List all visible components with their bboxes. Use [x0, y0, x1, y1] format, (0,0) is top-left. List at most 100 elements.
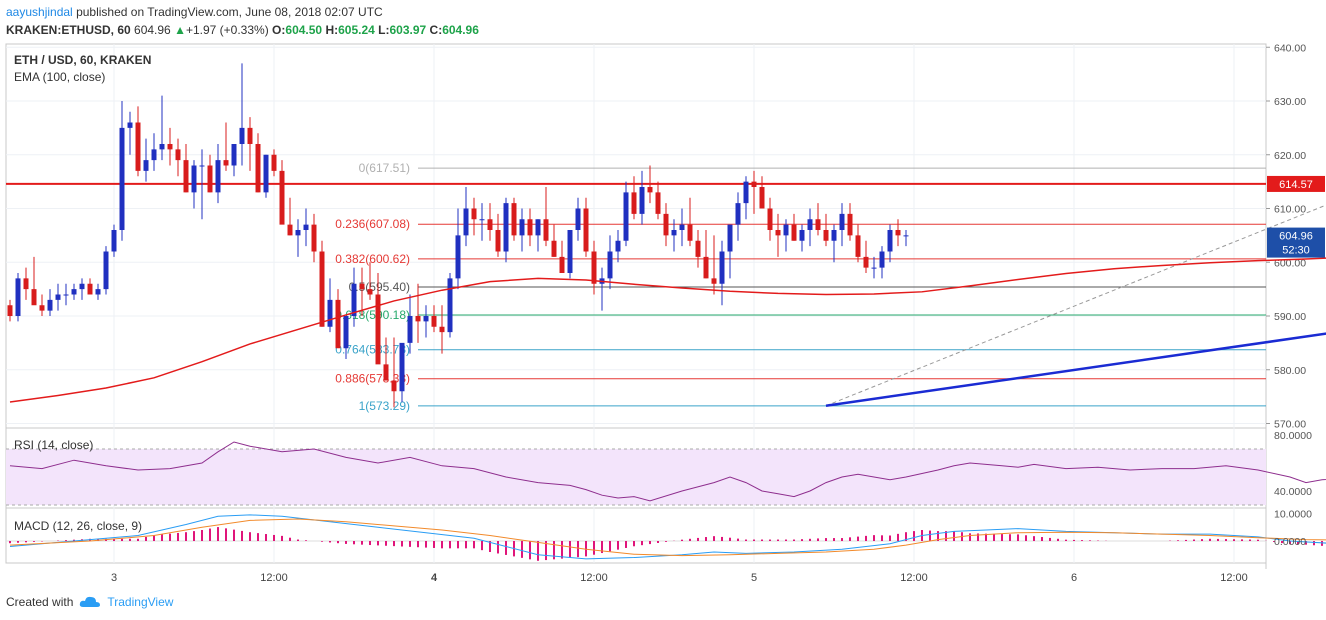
candle-body — [183, 160, 189, 193]
candle-body — [807, 219, 813, 230]
candle-body — [647, 187, 653, 193]
rsi-band — [6, 449, 1266, 505]
candle-body — [687, 224, 693, 241]
price-change: +1.97 (+0.33%) — [185, 23, 269, 37]
x-tick-label: 12:00 — [900, 572, 928, 584]
candle-body — [231, 144, 237, 166]
candle-body — [215, 160, 221, 193]
candle-body — [463, 208, 469, 236]
candle-body — [479, 219, 485, 221]
candle-body — [63, 294, 69, 296]
candle-body — [903, 235, 909, 237]
candle-body — [311, 224, 317, 252]
candle-body — [711, 278, 717, 284]
fib-level-label: 0.5(595.40) — [349, 280, 410, 294]
x-tick-label: 12:00 — [580, 572, 608, 584]
candle-body — [423, 316, 429, 322]
candle-body — [239, 127, 245, 144]
macd-tick-label: 10.0000 — [1274, 509, 1312, 521]
candle-body — [407, 316, 413, 343]
y-tick-label: 570.00 — [1274, 419, 1306, 431]
candle-body — [487, 219, 493, 230]
candle-body — [839, 213, 845, 230]
y-tick-label: 590.00 — [1274, 311, 1306, 323]
rsi-tick-label: 80.0000 — [1274, 430, 1312, 442]
candle-body — [207, 165, 213, 193]
candle-body — [751, 181, 757, 187]
candle-body — [783, 224, 789, 236]
up-arrow-icon: ▲ — [174, 23, 186, 37]
candle-body — [135, 122, 141, 171]
candle-body — [223, 160, 229, 166]
high-value: 605.24 — [338, 23, 375, 37]
candle-body — [327, 299, 333, 327]
candle-body — [167, 144, 173, 150]
candle-body — [719, 251, 725, 284]
candle-body — [287, 224, 293, 236]
candle-body — [615, 240, 621, 252]
candle-body — [567, 230, 573, 273]
close-value: 604.96 — [442, 23, 479, 37]
candle-body — [255, 144, 261, 193]
rsi-tick-label: 40.0000 — [1274, 486, 1312, 498]
candle-body — [639, 187, 645, 214]
chart-canvas[interactable]: 640.00630.00620.00610.00600.00590.00580.… — [0, 40, 1326, 588]
candle-body — [367, 289, 373, 295]
candle-body — [791, 224, 797, 241]
candle-body — [551, 240, 557, 257]
macd-signal-line — [9, 518, 1326, 557]
y-tick-label: 580.00 — [1274, 365, 1306, 377]
low-value: 603.97 — [389, 23, 427, 37]
candle-body — [775, 230, 781, 236]
low-label: L: — [378, 23, 390, 37]
publish-info: aayushjindal published on TradingView.co… — [6, 5, 383, 19]
candle-body — [271, 154, 277, 171]
y-tick-label: 620.00 — [1274, 150, 1306, 162]
author-link[interactable]: aayushjindal — [6, 5, 73, 19]
candle-body — [447, 278, 453, 333]
candle-body — [279, 170, 285, 225]
candle-body — [871, 267, 877, 269]
symbol-ohlc-line: KRAKEN:ETHUSD, 60 604.96 ▲+1.97 (+0.33%)… — [6, 23, 479, 37]
ema-100-line — [9, 257, 1326, 403]
candle-body — [607, 251, 613, 279]
candle-body — [799, 230, 805, 241]
candle-body — [71, 289, 77, 295]
candle-body — [343, 316, 349, 349]
candle-body — [887, 230, 893, 252]
candle-body — [391, 380, 397, 392]
candle-body — [527, 219, 533, 236]
candle-body — [111, 230, 117, 252]
candle-body — [543, 219, 549, 241]
y-tick-label: 610.00 — [1274, 204, 1306, 216]
candle-body — [15, 278, 21, 316]
candle-body — [191, 165, 197, 193]
candle-body — [863, 256, 869, 268]
x-tick-label: 3 — [111, 572, 117, 584]
candle-body — [23, 278, 29, 290]
candle-body — [295, 230, 301, 236]
resistance-price-label: 614.57 — [1279, 179, 1313, 191]
fib-level-label: 0.886(578.33) — [335, 372, 410, 386]
candle-body — [703, 256, 709, 279]
open-label: O: — [272, 23, 286, 37]
candle-body — [519, 219, 525, 236]
candle-body — [47, 299, 53, 311]
candle-body — [671, 230, 677, 236]
candle-body — [559, 256, 565, 273]
fib-level-label: 0.236(607.08) — [335, 217, 410, 231]
x-tick-label: 12:00 — [1220, 572, 1248, 584]
tradingview-link[interactable]: TradingView — [107, 595, 173, 609]
candle-body — [399, 342, 405, 392]
candle-body — [199, 165, 205, 167]
candle-body — [7, 305, 13, 316]
candle-body — [735, 203, 741, 225]
candle-body — [175, 149, 181, 161]
indicator-title: EMA (100, close) — [14, 70, 105, 84]
last-price: 604.96 — [134, 23, 171, 37]
candle-body — [87, 283, 93, 295]
candle-body — [151, 149, 157, 161]
candle-body — [815, 219, 821, 230]
x-tick-label: 6 — [1071, 572, 1077, 584]
candle-body — [31, 289, 37, 306]
